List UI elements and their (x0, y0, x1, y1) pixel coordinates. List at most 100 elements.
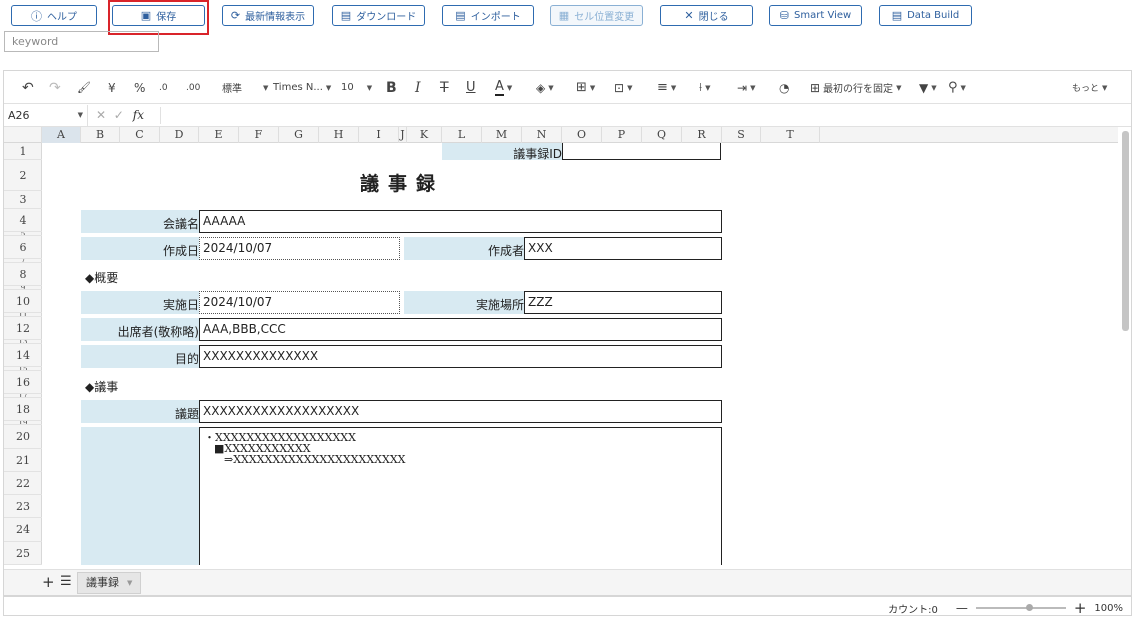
corner-cell[interactable] (4, 127, 42, 143)
search-tool-button[interactable]: ⚲ ▼ (948, 79, 966, 96)
more-select[interactable]: もっと ▼ (1072, 79, 1107, 96)
decimal-increase-icon[interactable]: .0 (159, 79, 168, 96)
row-header[interactable]: 16 (4, 371, 42, 394)
column-header[interactable]: S (722, 127, 761, 143)
chevron-down-icon[interactable]: ▼ (127, 573, 132, 593)
text-wrap-button[interactable]: ⇥ ▼ (737, 79, 755, 96)
percent-button[interactable]: % (134, 79, 145, 96)
row-header[interactable]: 4 (4, 209, 42, 232)
row-header[interactable]: 22 (4, 472, 42, 495)
column-header[interactable]: E (199, 127, 239, 143)
column-header[interactable]: M (482, 127, 522, 143)
undo-icon[interactable]: ↶ (22, 79, 34, 96)
row-header[interactable]: 3 (4, 191, 42, 209)
purpose-field[interactable]: XXXXXXXXXXXXXX (199, 345, 722, 368)
search-input[interactable]: keyword (4, 31, 159, 52)
align-button[interactable]: ≡ ▼ (657, 79, 676, 96)
column-header[interactable]: B (81, 127, 120, 143)
download-button[interactable]: ▤ ダウンロード (332, 5, 425, 26)
row-header[interactable]: 18 (4, 398, 42, 421)
vertical-align-button[interactable]: ⟊ ▼ (699, 79, 710, 96)
sheet-tab[interactable]: 議事録 ▼ (77, 572, 142, 594)
row-header[interactable]: 6 (4, 236, 42, 259)
held-date-field[interactable]: 2024/10/07 (199, 291, 400, 314)
grid[interactable]: 議事録ID 議事録 会議名 AAAAA 作成日 2024/10/07 作成者 X… (42, 143, 1117, 565)
notes-field[interactable]: ・XXXXXXXXXXXXXXXXXX ■XXXXXXXXXXX ⇒XXXXXX… (199, 427, 722, 565)
freeze-pane-select[interactable]: ⊞ 最初の行を固定 ▼ (810, 79, 901, 96)
redo-icon[interactable]: ↷ (49, 79, 61, 96)
agenda-field[interactable]: XXXXXXXXXXXXXXXXXXX (199, 400, 722, 423)
import-button[interactable]: ▤ インポート (442, 5, 534, 26)
strikethrough-button[interactable]: T (440, 79, 449, 96)
sheet-list-button[interactable]: ☰ (60, 574, 72, 589)
confirm-icon[interactable]: ✓ (114, 108, 124, 122)
column-header[interactable]: J (399, 127, 407, 143)
smart-view-label: Smart View (794, 10, 852, 21)
row-header[interactable]: 14 (4, 344, 42, 367)
fill-color-button[interactable]: ◈ ▼ (536, 79, 554, 96)
column-header[interactable]: A (42, 127, 81, 143)
column-header[interactable]: C (120, 127, 160, 143)
merge-button[interactable]: ⊡ ▼ (614, 79, 632, 96)
created-date-field[interactable]: 2024/10/07 (199, 237, 400, 260)
help-button[interactable]: ⓘ ヘルプ (11, 5, 97, 26)
zoom-slider[interactable] (975, 604, 1066, 611)
font-color-button[interactable]: A ▼ (495, 79, 512, 96)
column-header[interactable]: P (602, 127, 642, 143)
column-header[interactable]: D (160, 127, 199, 143)
column-header[interactable]: N (522, 127, 562, 143)
column-header[interactable]: R (682, 127, 722, 143)
refresh-button[interactable]: ⟳ 最新情報表示 (222, 5, 314, 26)
row-header[interactable]: 25 (4, 542, 42, 565)
fx-icon[interactable]: fx (133, 108, 144, 122)
cancel-icon[interactable]: ✕ (96, 108, 106, 122)
filter-button[interactable]: ▼ ▼ (919, 79, 937, 96)
font-name-select[interactable]: Times N... ▼ (273, 79, 331, 96)
meeting-name-field[interactable]: AAAAA (199, 210, 722, 233)
italic-button[interactable]: I (415, 79, 421, 96)
close-button[interactable]: ✕ 閉じる (660, 5, 753, 26)
row-header[interactable]: 20 (4, 425, 42, 449)
row-header[interactable]: 8 (4, 263, 42, 286)
bold-button[interactable]: B (386, 79, 397, 96)
column-header[interactable]: L (442, 127, 482, 143)
column-header[interactable]: K (407, 127, 442, 143)
currency-button[interactable]: ¥ (108, 79, 116, 96)
column-header[interactable]: H (319, 127, 359, 143)
place-field[interactable]: ZZZ (524, 291, 722, 314)
vertical-scrollbar-thumb[interactable] (1122, 131, 1129, 331)
column-header[interactable]: I (359, 127, 399, 143)
cell-position-button[interactable]: ▦ セル位置変更 (550, 5, 643, 26)
column-header[interactable]: F (239, 127, 279, 143)
smart-view-button[interactable]: ⛁ Smart View (769, 5, 862, 26)
chart-insert-icon[interactable]: ◔ (779, 79, 789, 96)
format-painter-icon[interactable]: 🖌 (77, 79, 91, 96)
row-header[interactable]: 12 (4, 317, 42, 340)
creator-field[interactable]: XXX (524, 237, 722, 260)
row-header[interactable]: 1 (4, 143, 42, 160)
column-header[interactable]: Q (642, 127, 682, 143)
zoom-out-button[interactable]: — (956, 601, 968, 615)
chevron-down-icon: ▼ (627, 83, 633, 92)
row-header[interactable]: 24 (4, 518, 42, 542)
zoom-in-button[interactable]: + (1074, 599, 1087, 617)
row-header[interactable]: 10 (4, 290, 42, 313)
column-header[interactable]: O (562, 127, 602, 143)
row-header[interactable]: 23 (4, 495, 42, 518)
decimal-decrease-icon[interactable]: .00 (186, 79, 200, 96)
underline-button[interactable]: U (466, 79, 476, 96)
row-header[interactable]: 21 (4, 449, 42, 472)
number-format-select[interactable]: 標準 ▼ (222, 79, 268, 96)
id-value-cell[interactable] (562, 143, 721, 160)
attendees-field[interactable]: AAA,BBB,CCC (199, 318, 722, 341)
font-size-select[interactable]: 10 ▼ (341, 79, 372, 96)
border-button[interactable]: ⊞ ▼ (576, 79, 595, 96)
row-header[interactable]: 2 (4, 160, 42, 191)
column-header[interactable]: G (279, 127, 319, 143)
data-build-button[interactable]: ▤ Data Build (879, 5, 972, 26)
add-sheet-button[interactable]: + (42, 573, 55, 591)
zoom-slider-handle[interactable] (1025, 604, 1033, 611)
help-label: ヘルプ (47, 12, 77, 23)
column-header[interactable]: T (761, 127, 820, 143)
name-box[interactable]: A26 ▼ (4, 105, 88, 126)
